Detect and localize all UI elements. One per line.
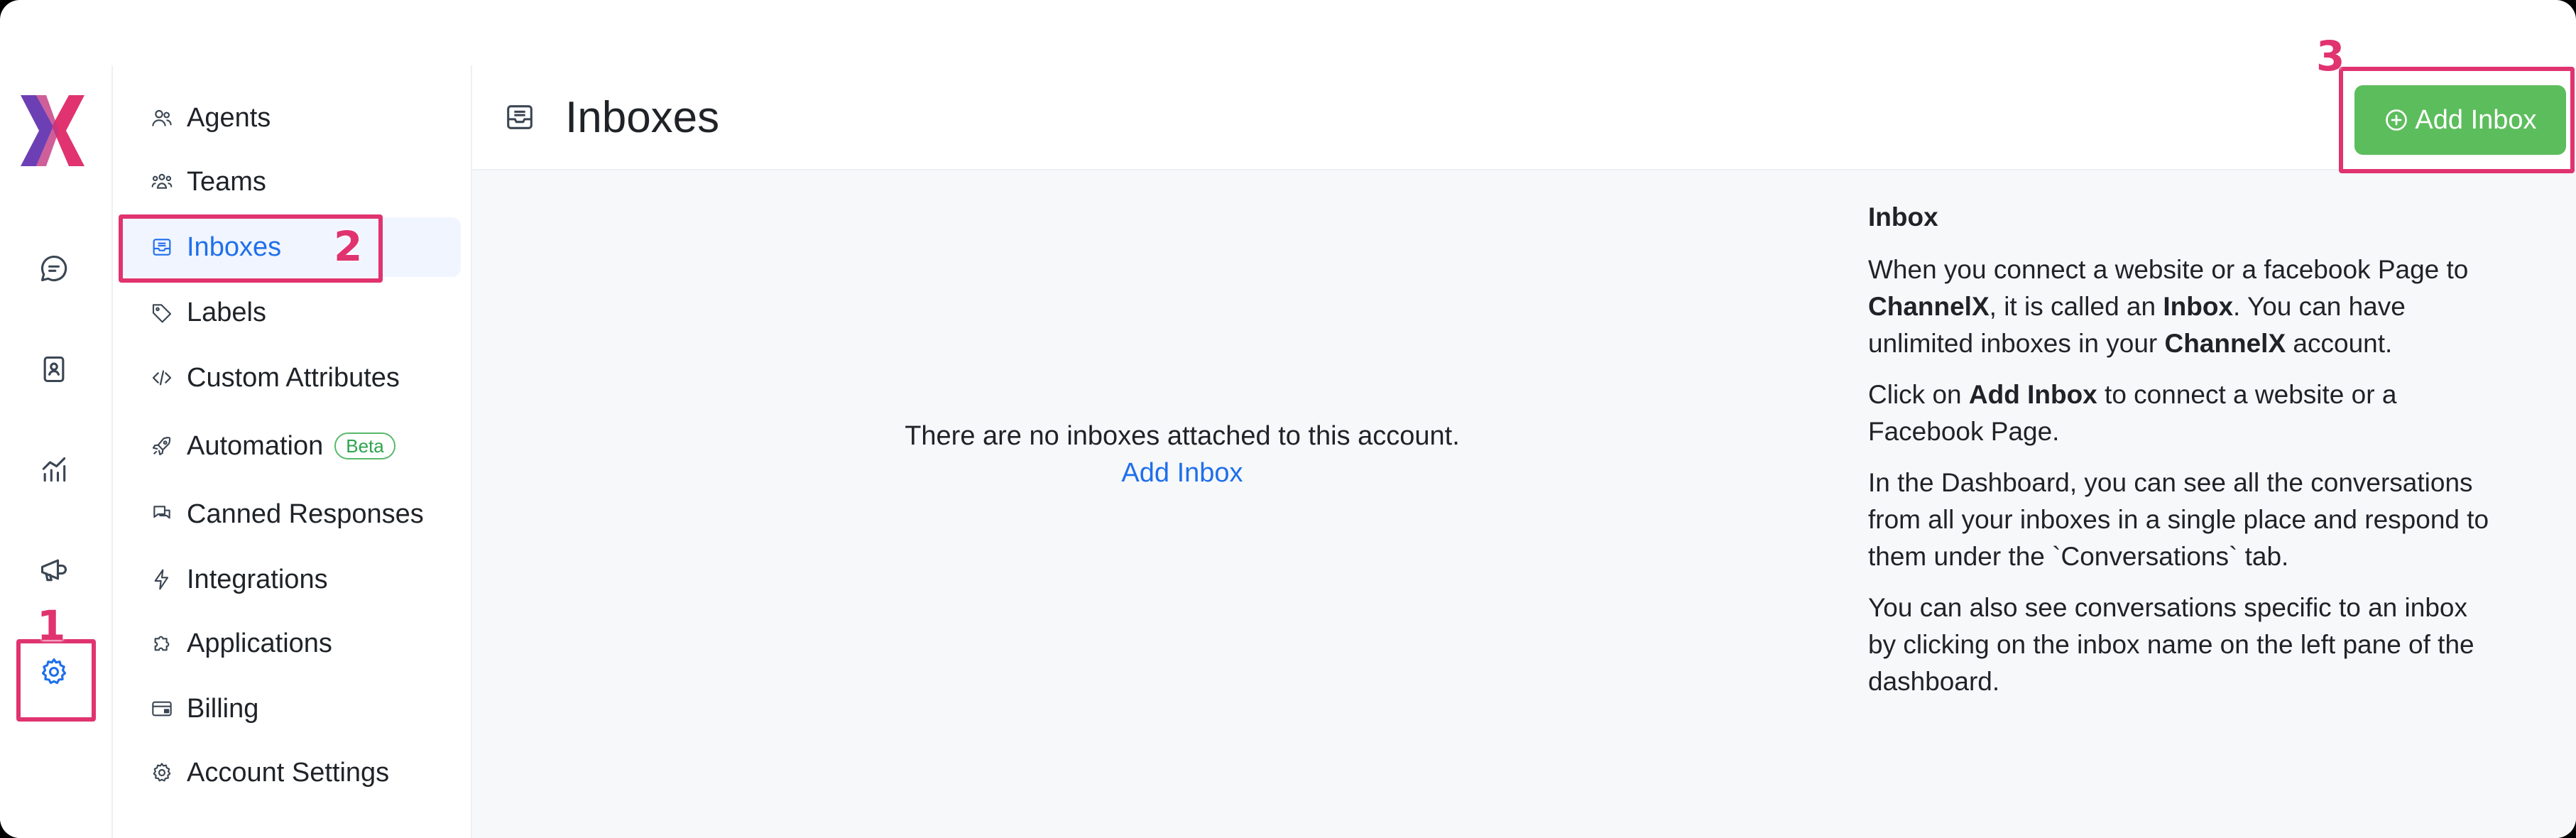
team-icon (150, 170, 174, 194)
rail-settings-button[interactable] (31, 651, 77, 696)
gear-icon (150, 761, 174, 785)
sidebar-item-label: Account Settings (187, 757, 390, 788)
sidebar-item-applications[interactable]: Applications (120, 614, 461, 673)
sidebar-item-agents[interactable]: Agents (120, 88, 461, 148)
sidebar-item-label: Agents (187, 102, 271, 133)
rail-contacts-button[interactable] (31, 348, 77, 393)
step-3-marker: 3 (2316, 32, 2345, 80)
inbox-icon (150, 235, 174, 259)
app-window: Agents Teams Inboxes Labels Custom Attri… (0, 0, 2576, 838)
sidebar-item-label: Custom Attributes (187, 362, 400, 393)
help-paragraph: You can also see conversations specific … (1868, 593, 2474, 696)
empty-state-message: There are no inboxes attached to this ac… (905, 421, 1460, 451)
sidebar-item-teams[interactable]: Teams (120, 152, 461, 212)
plus-circle-icon (2386, 109, 2408, 131)
inbox-icon (503, 101, 536, 134)
help-paragraph: Click on Add Inbox to connect a website … (1868, 380, 2397, 446)
add-inbox-link[interactable]: Add Inbox (827, 455, 1537, 491)
gear-icon (38, 656, 70, 691)
sidebar-item-label: Billing (187, 693, 259, 724)
sidebar-item-labels[interactable]: Labels (120, 283, 461, 342)
page-header: Inboxes Add Inbox (472, 65, 2576, 170)
empty-state: There are no inboxes attached to this ac… (827, 418, 1537, 491)
help-paragraph: When you connect a website or a facebook… (1868, 255, 2469, 358)
sidebar-item-account-settings[interactable]: Account Settings (120, 743, 461, 802)
step-1-marker: 1 (37, 602, 66, 650)
sidebar-item-label: Applications (187, 628, 332, 658)
step-2-marker: 2 (334, 222, 363, 271)
contact-book-icon (38, 354, 70, 388)
sidebar-item-label: Teams (187, 166, 266, 197)
brand-logo[interactable] (18, 91, 87, 170)
sidebar-item-label: Integrations (187, 564, 328, 594)
tag-icon (150, 300, 174, 325)
main-content: There are no inboxes attached to this ac… (472, 170, 2576, 838)
beta-badge: Beta (334, 432, 395, 459)
flash-icon (150, 567, 174, 592)
sidebar-item-label: Canned Responses (187, 499, 424, 529)
chart-icon (38, 455, 70, 489)
help-panel: Inbox When you connect a website or a fa… (1868, 199, 2493, 714)
rocket-icon (150, 434, 174, 458)
help-paragraph: In the Dashboard, you can see all the co… (1868, 468, 2489, 571)
puzzle-icon (150, 631, 174, 655)
add-inbox-button-label: Add Inbox (2415, 104, 2537, 135)
rail-conversations-button[interactable] (31, 247, 77, 293)
help-heading: Inbox (1868, 202, 1938, 232)
chat-multiple-icon (150, 502, 174, 526)
sidebar-item-billing[interactable]: Billing (120, 679, 461, 739)
sidebar-item-label: Inboxes (187, 232, 282, 262)
megaphone-icon (38, 554, 70, 589)
credit-card-icon (150, 697, 174, 721)
people-icon (150, 106, 174, 130)
sidebar-item-label: Labels (187, 297, 266, 327)
sidebar-item-integrations[interactable]: Integrations (120, 550, 461, 609)
primary-sidebar (0, 65, 113, 838)
settings-sidebar: Agents Teams Inboxes Labels Custom Attri… (113, 65, 472, 838)
sidebar-item-label: Automation (187, 430, 324, 461)
page-title: Inboxes (565, 93, 720, 142)
sidebar-item-custom-attributes[interactable]: Custom Attributes (120, 348, 461, 408)
rail-reports-button[interactable] (31, 449, 77, 494)
rail-campaigns-button[interactable] (31, 548, 77, 594)
code-icon (150, 366, 174, 390)
chat-bubble-icon (38, 253, 70, 288)
sidebar-item-canned-responses[interactable]: Canned Responses (120, 484, 461, 544)
sidebar-item-automation[interactable]: Automation Beta (120, 416, 461, 476)
sidebar-item-inboxes[interactable]: Inboxes (120, 217, 461, 277)
add-inbox-button[interactable]: Add Inbox (2354, 85, 2566, 155)
